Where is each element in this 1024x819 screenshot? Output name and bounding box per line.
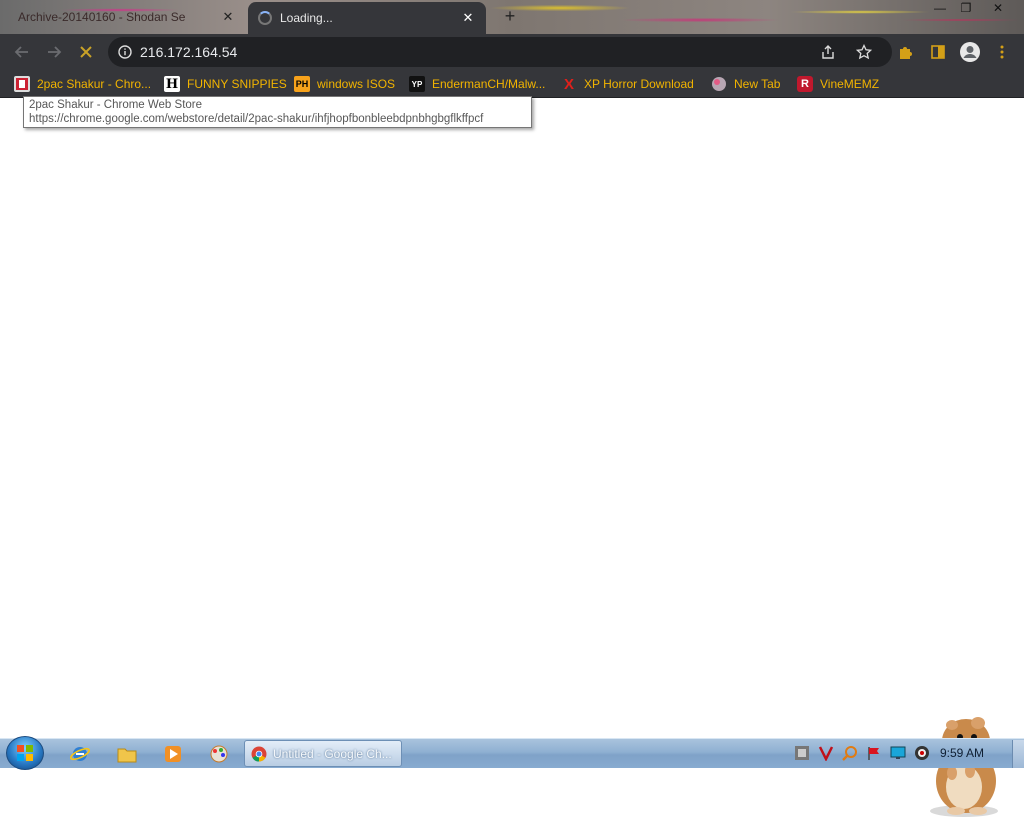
- 2pac-favicon-icon: [14, 76, 30, 92]
- bookmark-label: EndermanCH/Malw...: [432, 77, 546, 91]
- side-panel-icon: [931, 45, 945, 59]
- explorer-button[interactable]: [115, 743, 139, 765]
- show-desktop-button[interactable]: [1012, 740, 1024, 768]
- bookmark-vinememz[interactable]: R VineMEMZ: [797, 74, 879, 94]
- tray-app-icon[interactable]: [794, 745, 810, 761]
- tab-title: Archive-20140160 - Shodan Se: [18, 10, 186, 24]
- info-icon[interactable]: [118, 45, 132, 59]
- bookmark-funny-snippies[interactable]: H FUNNY SNIPPIES: [164, 74, 287, 94]
- internet-explorer-icon: [70, 747, 90, 761]
- bookmark-label: windows ISOS: [317, 77, 396, 91]
- taskbar-chrome-window[interactable]: Untitled - Google Ch...: [244, 740, 402, 767]
- maximize-button[interactable]: ❐: [952, 0, 980, 18]
- page-content: [0, 99, 1024, 817]
- side-panel-button[interactable]: [924, 38, 952, 66]
- bookmark-2pac-shakur[interactable]: 2pac Shakur - Chro...: [14, 74, 151, 94]
- profile-button[interactable]: [956, 38, 984, 66]
- browser-toolbar: 216.172.164.54: [0, 34, 1024, 70]
- windows-taskbar: Untitled - Google Ch... 9:59 AM: [0, 736, 1024, 770]
- h-favicon-icon: H: [164, 76, 180, 92]
- tab-close-button[interactable]: ✕: [220, 9, 236, 25]
- forward-button[interactable]: [38, 36, 70, 68]
- new-tab-button[interactable]: +: [500, 6, 520, 26]
- bookmark-star-button[interactable]: [856, 37, 872, 67]
- kebab-menu-icon: [1000, 45, 1004, 59]
- bookmark-endermanch[interactable]: YP EndermanCH/Malw...: [409, 74, 545, 94]
- share-icon: [822, 45, 834, 59]
- taskbar-window-label: Untitled - Google Ch...: [273, 746, 392, 761]
- puzzle-icon: [900, 47, 912, 59]
- ph-favicon-icon: PH: [294, 76, 310, 92]
- bookmark-label: FUNNY SNIPPIES: [187, 77, 287, 91]
- folder-icon: [117, 748, 137, 763]
- browser-menu-button[interactable]: [988, 38, 1016, 66]
- close-window-button[interactable]: ✕: [984, 0, 1012, 18]
- chrome-icon: [251, 746, 267, 762]
- arrow-right-icon: [48, 46, 62, 58]
- tab-loading[interactable]: Loading... ✕: [248, 2, 486, 34]
- bookmark-label: VineMEMZ: [820, 77, 880, 91]
- bookmark-label: 2pac Shakur - Chro...: [37, 77, 152, 91]
- bookmark-new-tab[interactable]: New Tab: [711, 74, 780, 94]
- stop-loading-button[interactable]: [70, 36, 102, 68]
- media-player-icon: [165, 746, 181, 762]
- url-text[interactable]: 216.172.164.54: [140, 44, 237, 60]
- tray-volume-icon[interactable]: [914, 745, 930, 761]
- start-button[interactable]: [6, 736, 44, 770]
- tab-title: Loading...: [280, 11, 333, 25]
- share-button[interactable]: [820, 37, 836, 67]
- bookmark-label: XP Horror Download: [584, 77, 694, 91]
- internet-explorer-button[interactable]: [68, 743, 92, 765]
- tray-search-icon[interactable]: [842, 745, 858, 761]
- tab-close-button[interactable]: ✕: [460, 10, 476, 26]
- minimize-button[interactable]: —: [926, 0, 954, 18]
- paint-button[interactable]: [207, 743, 231, 765]
- system-clock[interactable]: 9:59 AM: [940, 746, 984, 760]
- r-favicon-icon: R: [797, 76, 813, 92]
- back-button[interactable]: [6, 36, 38, 68]
- bookmarks-bar: 2pac Shakur - Chro... H FUNNY SNIPPIES P…: [0, 70, 1024, 98]
- tab-shodan[interactable]: Archive-20140160 - Shodan Se ✕: [8, 2, 246, 32]
- x-favicon-icon: X: [563, 75, 574, 93]
- star-icon: [856, 44, 872, 60]
- tooltip-url: https://chrome.google.com/webstore/detai…: [29, 113, 484, 125]
- loading-spinner-icon: [258, 11, 272, 25]
- globe-favicon-icon: [711, 76, 727, 92]
- tray-flag-icon[interactable]: [866, 745, 882, 761]
- stop-x-icon: [80, 46, 92, 58]
- bookmark-xp-horror[interactable]: X XP Horror Download: [561, 74, 694, 94]
- browser-tab-strip: Archive-20140160 - Shodan Se ✕ Loading..…: [0, 0, 1024, 34]
- bookmark-label: New Tab: [734, 77, 781, 91]
- bookmark-windows-isos[interactable]: PH windows ISOS: [294, 74, 395, 94]
- windows-logo-icon: [17, 745, 33, 761]
- paint-icon: [210, 745, 228, 763]
- address-bar[interactable]: 216.172.164.54: [108, 37, 892, 67]
- yp-favicon-icon: YP: [409, 76, 425, 92]
- arrow-left-icon: [14, 46, 28, 58]
- tray-monitor-icon[interactable]: [890, 745, 906, 761]
- tray-v-icon[interactable]: [818, 745, 834, 762]
- extensions-button[interactable]: [892, 38, 920, 66]
- bookmark-tooltip: 2pac Shakur - Chrome Web Store https://c…: [23, 96, 532, 128]
- avatar-icon: [960, 42, 980, 62]
- tooltip-title: 2pac Shakur - Chrome Web Store: [29, 99, 203, 111]
- media-player-button[interactable]: [161, 743, 185, 765]
